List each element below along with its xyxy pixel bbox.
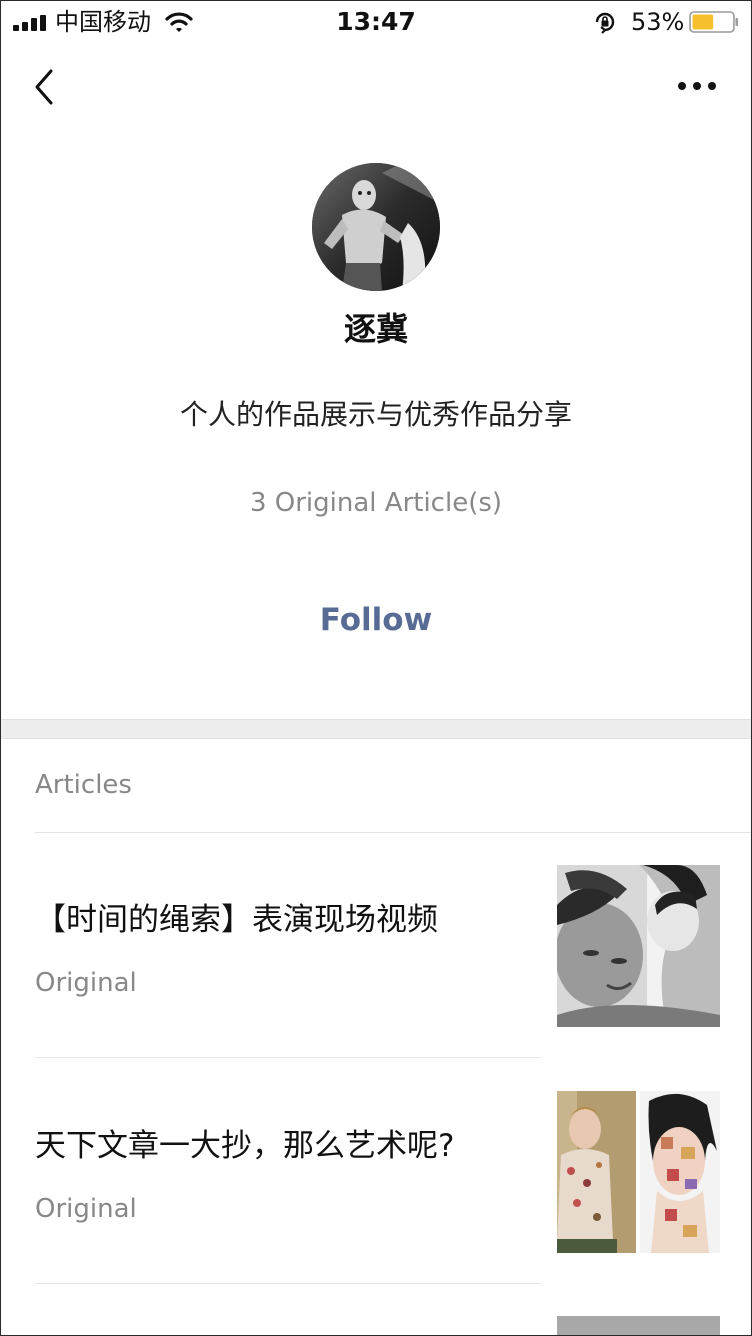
battery-percent: 53%	[631, 8, 685, 36]
avatar[interactable]	[312, 163, 440, 291]
profile-name: 逐冀	[343, 310, 408, 348]
article-title: 【时间的绳索】表演现场视频	[35, 902, 438, 938]
article-tag: Original	[35, 1194, 137, 1224]
article-photo	[557, 1091, 720, 1253]
profile-description: 个人的作品展示与优秀作品分享	[179, 398, 572, 431]
articles-section-title: Articles	[35, 770, 132, 800]
divider	[35, 1283, 541, 1284]
avatar-photo	[312, 163, 440, 291]
more-dots-icon[interactable]	[673, 71, 721, 101]
article-thumbnail	[557, 1091, 720, 1253]
divider	[35, 1057, 541, 1058]
section-gap	[1, 719, 751, 739]
follow-button[interactable]: Follow	[276, 597, 476, 643]
back-chevron-icon[interactable]	[29, 65, 61, 109]
divider	[35, 832, 751, 833]
article-tag: Original	[35, 968, 137, 998]
status-bar: 中国移动 13:47 53%	[1, 1, 751, 45]
orientation-lock-icon	[595, 12, 615, 34]
article-count: 3 Original Article(s)	[249, 488, 503, 518]
article-photo	[557, 865, 720, 1027]
article-title: 天下文章一大抄，那么艺术呢?	[35, 1128, 455, 1164]
phone-screen: 中国移动 13:47 53% 逐冀 个人的作品展示与优秀作品分享 3 Origi…	[0, 0, 752, 1336]
article-thumbnail	[557, 1316, 720, 1335]
article-item[interactable]: 【时间的绳索】表演现场视频 Original	[1, 865, 751, 1123]
article-thumbnail	[557, 865, 720, 1027]
article-item[interactable]: 天下文章一大抄，那么艺术呢? Original	[1, 1091, 751, 1335]
battery-icon	[689, 11, 738, 33]
